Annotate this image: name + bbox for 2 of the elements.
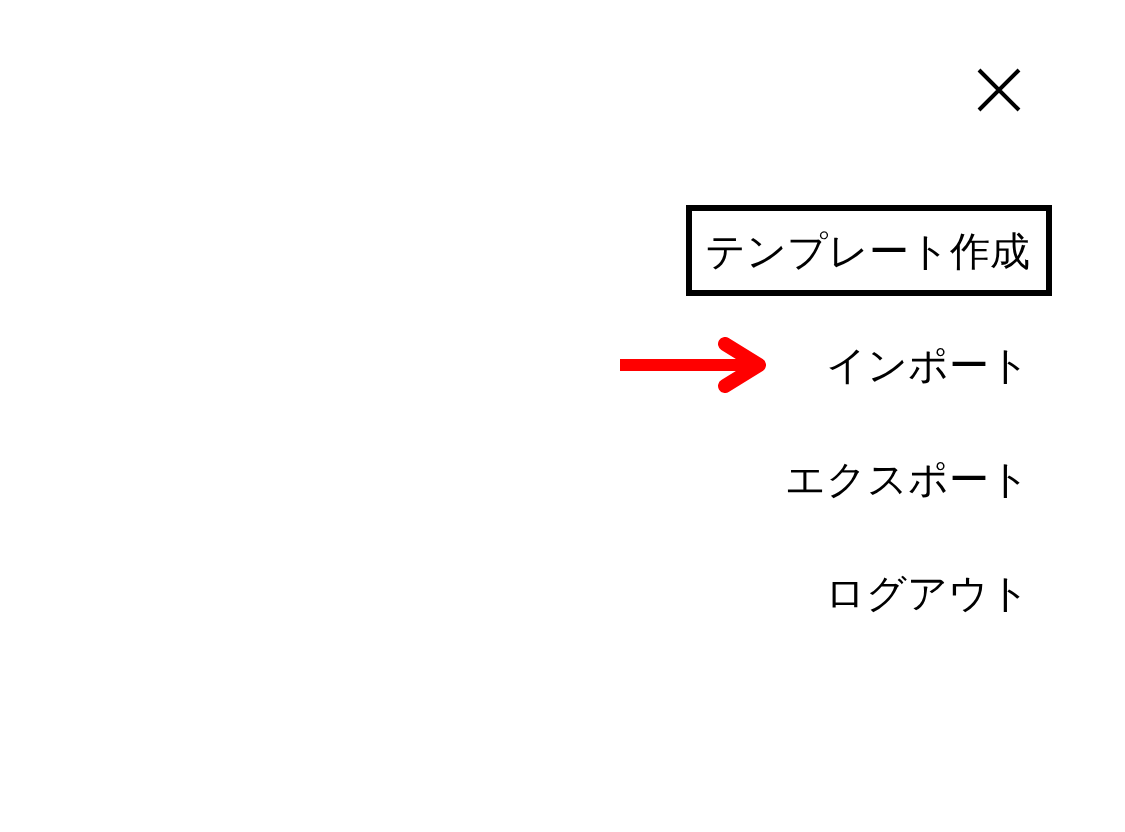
close-icon <box>977 68 1021 112</box>
menu-item[interactable]: テンプレート作成 <box>686 205 1052 296</box>
